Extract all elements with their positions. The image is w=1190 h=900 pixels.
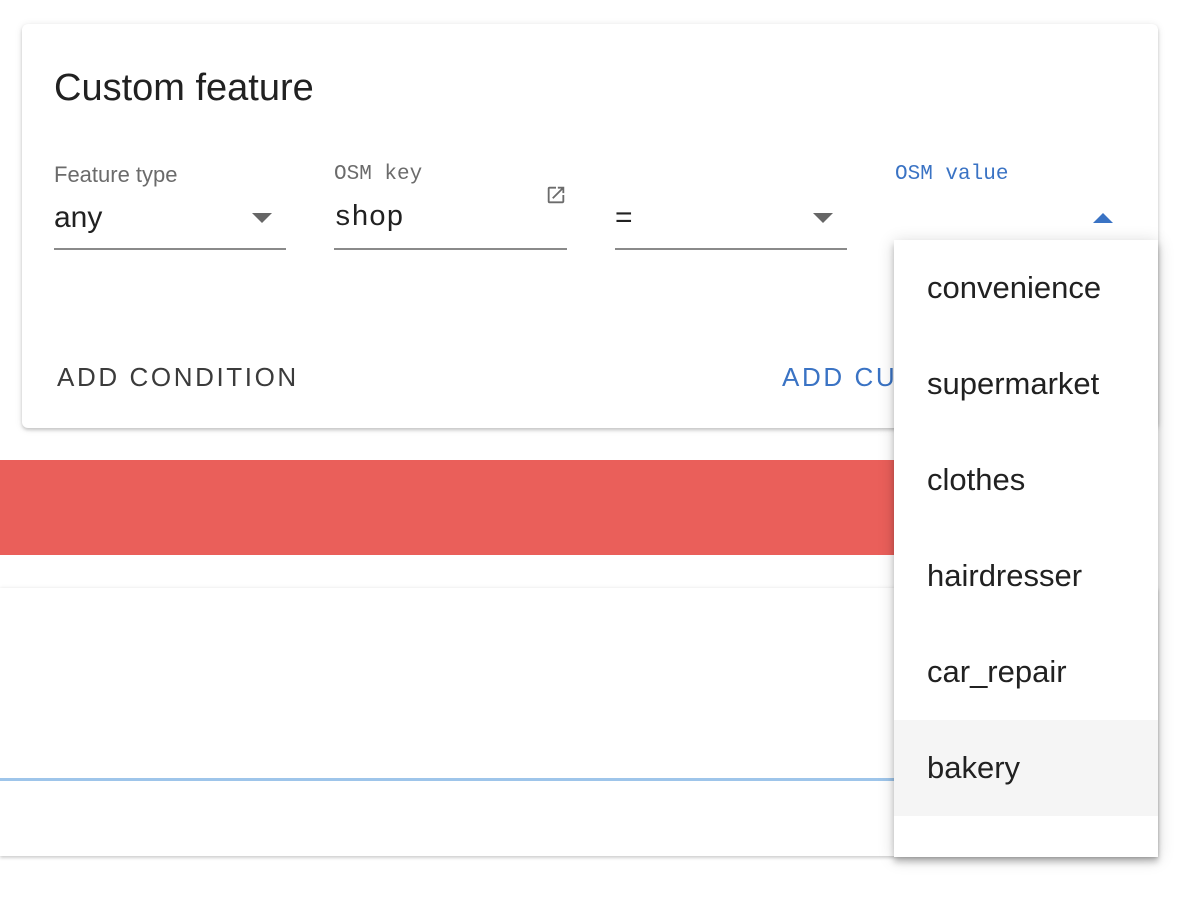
- dropdown-option-bakery[interactable]: bakery: [894, 720, 1158, 816]
- operator-value[interactable]: =: [615, 198, 633, 238]
- osm-value-dropdown-menu: convenience supermarket clothes hairdres…: [894, 240, 1158, 857]
- osm-key-input[interactable]: shop: [334, 198, 404, 238]
- operator-underline: [615, 248, 847, 250]
- add-custom-feature-button[interactable]: ADD CU: [782, 354, 897, 400]
- arrow-drop-down-icon[interactable]: [252, 213, 272, 223]
- dropdown-option-convenience[interactable]: convenience: [894, 240, 1158, 336]
- feature-type-label: Feature type: [54, 162, 178, 187]
- osm-value-select[interactable]: OSM value: [895, 160, 1127, 250]
- card-title: Custom feature: [54, 67, 314, 109]
- osm-key-field[interactable]: OSM key shop: [334, 160, 567, 250]
- arrow-drop-down-icon[interactable]: [813, 213, 833, 223]
- dropdown-option-car-repair[interactable]: car_repair: [894, 624, 1158, 720]
- osm-value-label: OSM value: [895, 163, 1009, 186]
- osm-key-underline: [334, 248, 567, 250]
- feature-type-underline: [54, 248, 286, 250]
- dropdown-option-clothes[interactable]: clothes: [894, 432, 1158, 528]
- dropdown-option-hairdresser[interactable]: hairdresser: [894, 528, 1158, 624]
- feature-type-value[interactable]: any: [54, 198, 102, 238]
- arrow-drop-up-icon[interactable]: [1093, 213, 1113, 223]
- operator-select[interactable]: =: [615, 160, 847, 250]
- add-condition-button[interactable]: ADD CONDITION: [57, 354, 299, 400]
- dropdown-option-supermarket[interactable]: supermarket: [894, 336, 1158, 432]
- osm-key-label: OSM key: [334, 163, 423, 186]
- open-in-new-icon[interactable]: [545, 184, 567, 206]
- feature-type-select[interactable]: Feature type any: [54, 160, 286, 250]
